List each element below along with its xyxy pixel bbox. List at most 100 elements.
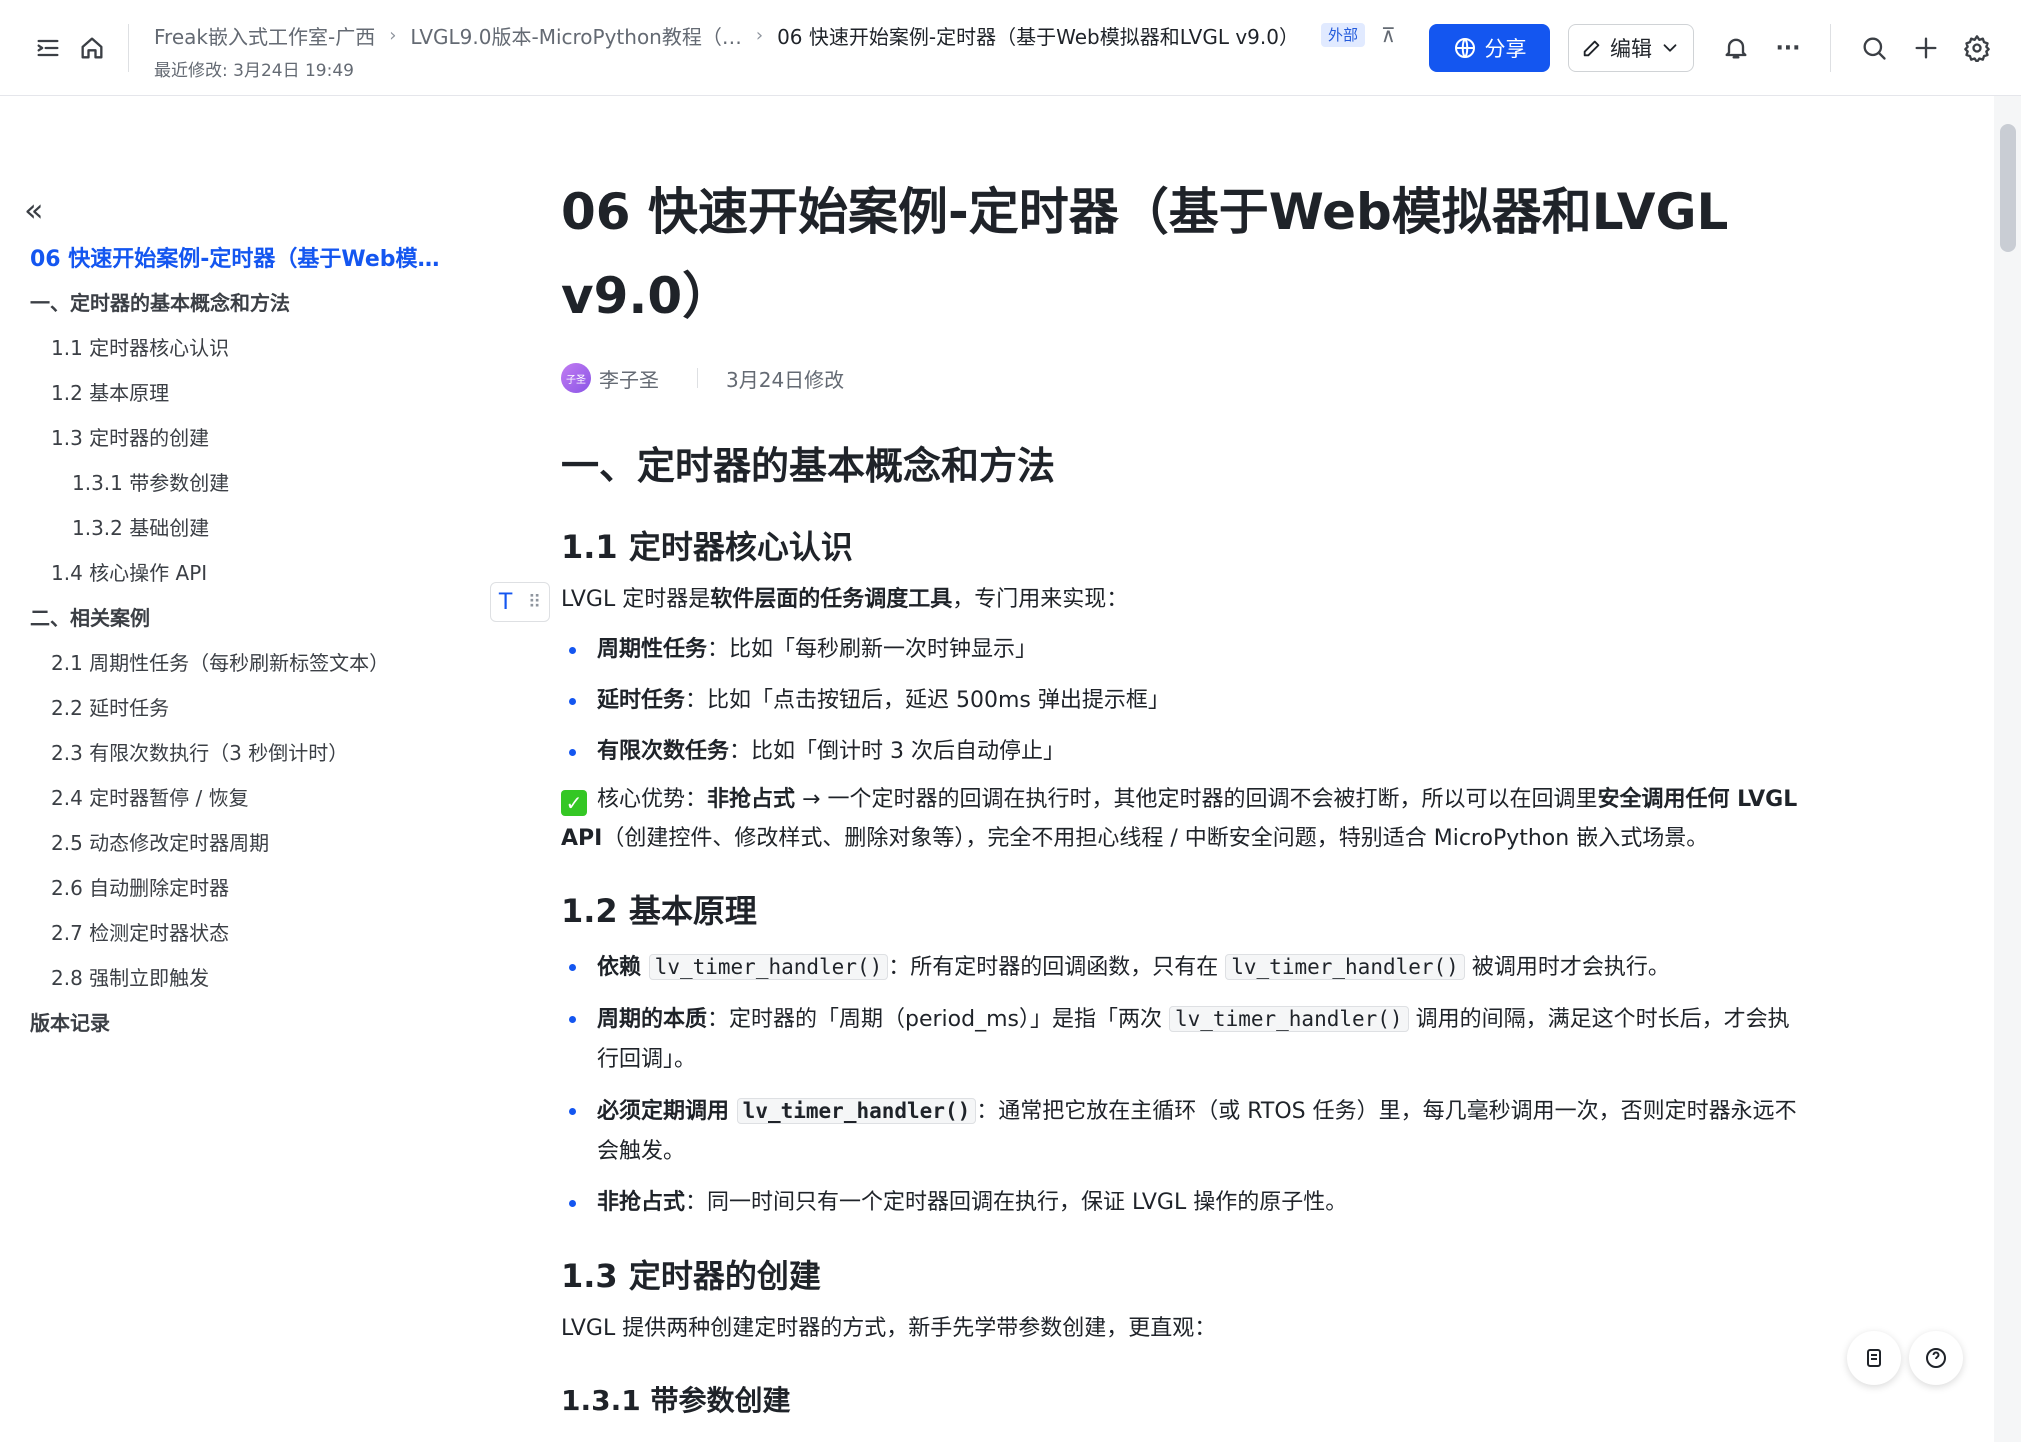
text-run: ：同一时间只有一个定时器回调在执行，保证 LVGL 操作的原子性。 bbox=[685, 1190, 1348, 1215]
list-item[interactable]: 依赖 lv_timer_handler() ：所有定时器的回调函数，只有在 lv_… bbox=[561, 947, 1801, 988]
edit-button[interactable]: 编辑 bbox=[1568, 24, 1694, 72]
chevron-right-icon: › bbox=[755, 24, 764, 46]
share-label: 分享 bbox=[1484, 37, 1527, 61]
toc-item[interactable]: 2.5 动态修改定时器周期 bbox=[30, 819, 460, 864]
search-icon[interactable] bbox=[1854, 28, 1894, 68]
toc-item[interactable]: 2.2 延时任务 bbox=[30, 684, 460, 729]
heading-section-1[interactable]: 一、定时器的基本概念和方法 bbox=[561, 438, 1801, 494]
paragraph-create-intro[interactable]: LVGL 提供两种创建定时器的方式，新手先学带参数创建，更直观： bbox=[561, 1309, 1801, 1348]
inline-code: lv_timer_handler() bbox=[1169, 1006, 1409, 1032]
collapse-toc-icon[interactable]: « bbox=[24, 192, 60, 228]
bullet-list-uses: 周期性任务：比如「每秒刷新一次时钟显示」 延时任务：比如「点击按钮后，延迟 50… bbox=[561, 630, 1801, 772]
chevron-down-icon bbox=[1663, 44, 1677, 52]
plus-icon[interactable] bbox=[1906, 28, 1946, 68]
text-run: ：比如「点击按钮后，延迟 500ms 弹出提示框」 bbox=[685, 688, 1170, 713]
last-modified: 最近修改: 3月24日 19:49 bbox=[154, 61, 354, 81]
sidebar-toggle-icon[interactable] bbox=[28, 28, 68, 68]
divider bbox=[128, 24, 129, 72]
edit-label: 编辑 bbox=[1610, 37, 1652, 61]
paragraph-advantage[interactable]: ✓ 核心优势：非抢占式 → 一个定时器的回调在执行时，其他定时器的回调不会被打断，… bbox=[561, 780, 1801, 858]
heading-1-1[interactable]: 1.1 定时器核心认识 bbox=[561, 522, 1801, 572]
list-item[interactable]: 必须定期调用 lv_timer_handler() ：通常把它放在主循环（或 RT… bbox=[561, 1091, 1801, 1172]
toc-item[interactable]: 二、相关案例 bbox=[30, 594, 460, 639]
scrollbar-track[interactable] bbox=[1994, 96, 2021, 1442]
block-handle[interactable]: T ⠿ bbox=[490, 582, 550, 622]
settings-icon[interactable] bbox=[1957, 28, 1997, 68]
toc-item[interactable]: 一、定时器的基本概念和方法 bbox=[30, 279, 460, 324]
text-run-bold: 周期的本质 bbox=[597, 1007, 708, 1032]
toc-item[interactable]: 版本记录 bbox=[30, 999, 460, 1044]
list-item[interactable]: 有限次数任务：比如「倒计时 3 次后自动停止」 bbox=[561, 732, 1801, 772]
inline-code: lv_timer_handler() bbox=[736, 1098, 977, 1124]
checkmark-icon: ✓ bbox=[561, 790, 587, 816]
text-run: → 一个定时器的回调在执行时，其他定时器的回调不会被打断，所以可以在回调里 bbox=[795, 787, 1598, 812]
document-meta: 子圣 李子圣 3月24日修改 bbox=[561, 360, 1801, 396]
toc-item[interactable]: 2.1 周期性任务（每秒刷新标签文本） bbox=[30, 639, 460, 684]
divider bbox=[1830, 24, 1831, 72]
heading-1-3[interactable]: 1.3 定时器的创建 bbox=[561, 1251, 1801, 1301]
list-item[interactable]: 非抢占式：同一时间只有一个定时器回调在执行，保证 LVGL 操作的原子性。 bbox=[561, 1183, 1801, 1223]
breadcrumb-item-workspace[interactable]: Freak嵌入式工作室-广西 bbox=[154, 21, 375, 50]
more-label: ··· bbox=[1775, 35, 1801, 61]
text-run: 核心优势： bbox=[597, 787, 708, 812]
help-button[interactable] bbox=[1909, 1331, 1963, 1385]
toc-item[interactable]: 2.6 自动删除定时器 bbox=[30, 864, 460, 909]
toc-item[interactable]: 1.1 定时器核心认识 bbox=[30, 324, 460, 369]
breadcrumb-item-book[interactable]: LVGL9.0版本-MicroPython教程（… bbox=[410, 21, 741, 50]
home-icon[interactable] bbox=[72, 28, 112, 68]
text-run-bold: 非抢占式 bbox=[597, 1190, 686, 1215]
text-run-bold: 必须定期调用 bbox=[597, 1099, 737, 1124]
top-bar: Freak嵌入式工作室-广西 › LVGL9.0版本-MicroPython教程… bbox=[0, 0, 2021, 96]
toc-item[interactable]: 2.3 有限次数执行（3 秒倒计时） bbox=[30, 729, 460, 774]
list-item[interactable]: 延时任务：比如「点击按钮后，延迟 500ms 弹出提示框」 bbox=[561, 681, 1801, 721]
list-item[interactable]: 周期的本质：定时器的「周期（period_ms）」是指「两次 lv_timer_… bbox=[561, 999, 1801, 1080]
text-run-bold: 软件层面的任务调度工具 bbox=[710, 587, 953, 612]
bullet-list-principles: 依赖 lv_timer_handler() ：所有定时器的回调函数，只有在 lv_… bbox=[561, 947, 1801, 1223]
drag-handle-icon[interactable]: ⠿ bbox=[528, 592, 541, 613]
toc-item[interactable]: 1.3 定时器的创建 bbox=[30, 414, 460, 459]
toc-item[interactable]: 1.2 基本原理 bbox=[30, 369, 460, 414]
text-run: LVGL 定时器是 bbox=[561, 587, 711, 612]
share-button[interactable]: 分享 bbox=[1429, 24, 1550, 72]
pin-icon[interactable]: ⊼ bbox=[1381, 23, 1396, 47]
document-title[interactable]: 06 快速开始案例-定时器（基于Web模拟器和LVGL v9.0） bbox=[561, 170, 1801, 338]
toc-item[interactable]: 1.4 核心操作 API bbox=[30, 549, 460, 594]
text-run-bold: 依赖 bbox=[597, 955, 649, 980]
document-outline-button[interactable] bbox=[1847, 1331, 1901, 1385]
document-body: 06 快速开始案例-定时器（基于Web模拟器和LVGL v9.0） 子圣 李子圣… bbox=[561, 170, 1801, 1426]
toc-item[interactable]: 06 快速开始案例-定时器（基于Web模… bbox=[30, 234, 460, 279]
document-icon bbox=[1867, 1349, 1881, 1367]
globe-icon bbox=[1454, 38, 1475, 58]
toc-item[interactable]: 2.4 定时器暂停 / 恢复 bbox=[30, 774, 460, 819]
toc-item[interactable]: 2.7 检测定时器状态 bbox=[30, 909, 460, 954]
toc-item[interactable]: 1.3.1 带参数创建 bbox=[30, 459, 460, 504]
text-run: ：定时器的「周期（period_ms）」是指「两次 bbox=[707, 1007, 1169, 1032]
text-run: ：比如「倒计时 3 次后自动停止」 bbox=[729, 739, 1066, 764]
external-badge: 外部 bbox=[1320, 23, 1365, 47]
text-run-bold: 有限次数任务 bbox=[597, 739, 730, 764]
table-of-contents: 06 快速开始案例-定时器（基于Web模… 一、定时器的基本概念和方法 1.1 … bbox=[30, 234, 460, 1044]
pencil-icon bbox=[1583, 40, 1600, 57]
toc-item[interactable]: 1.3.2 基础创建 bbox=[30, 504, 460, 549]
heading-1-3-1[interactable]: 1.3.1 带参数创建 bbox=[561, 1376, 1801, 1426]
toc-item[interactable]: 2.8 强制立即触发 bbox=[30, 954, 460, 999]
author-name[interactable]: 李子圣 bbox=[599, 364, 659, 393]
more-icon[interactable]: ··· bbox=[1768, 28, 1808, 68]
text-run: ，专门用来实现： bbox=[952, 587, 1129, 612]
paragraph-intro[interactable]: LVGL 定时器是软件层面的任务调度工具，专门用来实现： bbox=[561, 580, 1801, 619]
text-run: ：比如「每秒刷新一次时钟显示」 bbox=[707, 637, 1038, 662]
bell-icon[interactable] bbox=[1716, 28, 1756, 68]
text-type-icon[interactable]: T bbox=[499, 590, 512, 615]
avatar[interactable]: 子圣 bbox=[561, 363, 591, 393]
text-run: ：所有定时器的回调函数，只有在 bbox=[888, 955, 1226, 980]
heading-1-2[interactable]: 1.2 基本原理 bbox=[561, 886, 1801, 936]
help-icon bbox=[1926, 1348, 1946, 1368]
breadcrumb: Freak嵌入式工作室-广西 › LVGL9.0版本-MicroPython教程… bbox=[154, 20, 1396, 50]
breadcrumb-item-current[interactable]: 06 快速开始案例-定时器（基于Web模拟器和LVGL v9.0） bbox=[777, 21, 1299, 50]
inline-code: lv_timer_handler() bbox=[648, 954, 889, 980]
list-item[interactable]: 周期性任务：比如「每秒刷新一次时钟显示」 bbox=[561, 630, 1801, 670]
text-run: 被调用时才会执行。 bbox=[1464, 955, 1670, 980]
inline-code: lv_timer_handler() bbox=[1225, 954, 1465, 980]
divider bbox=[697, 368, 698, 388]
scrollbar-thumb[interactable] bbox=[2000, 124, 2016, 252]
